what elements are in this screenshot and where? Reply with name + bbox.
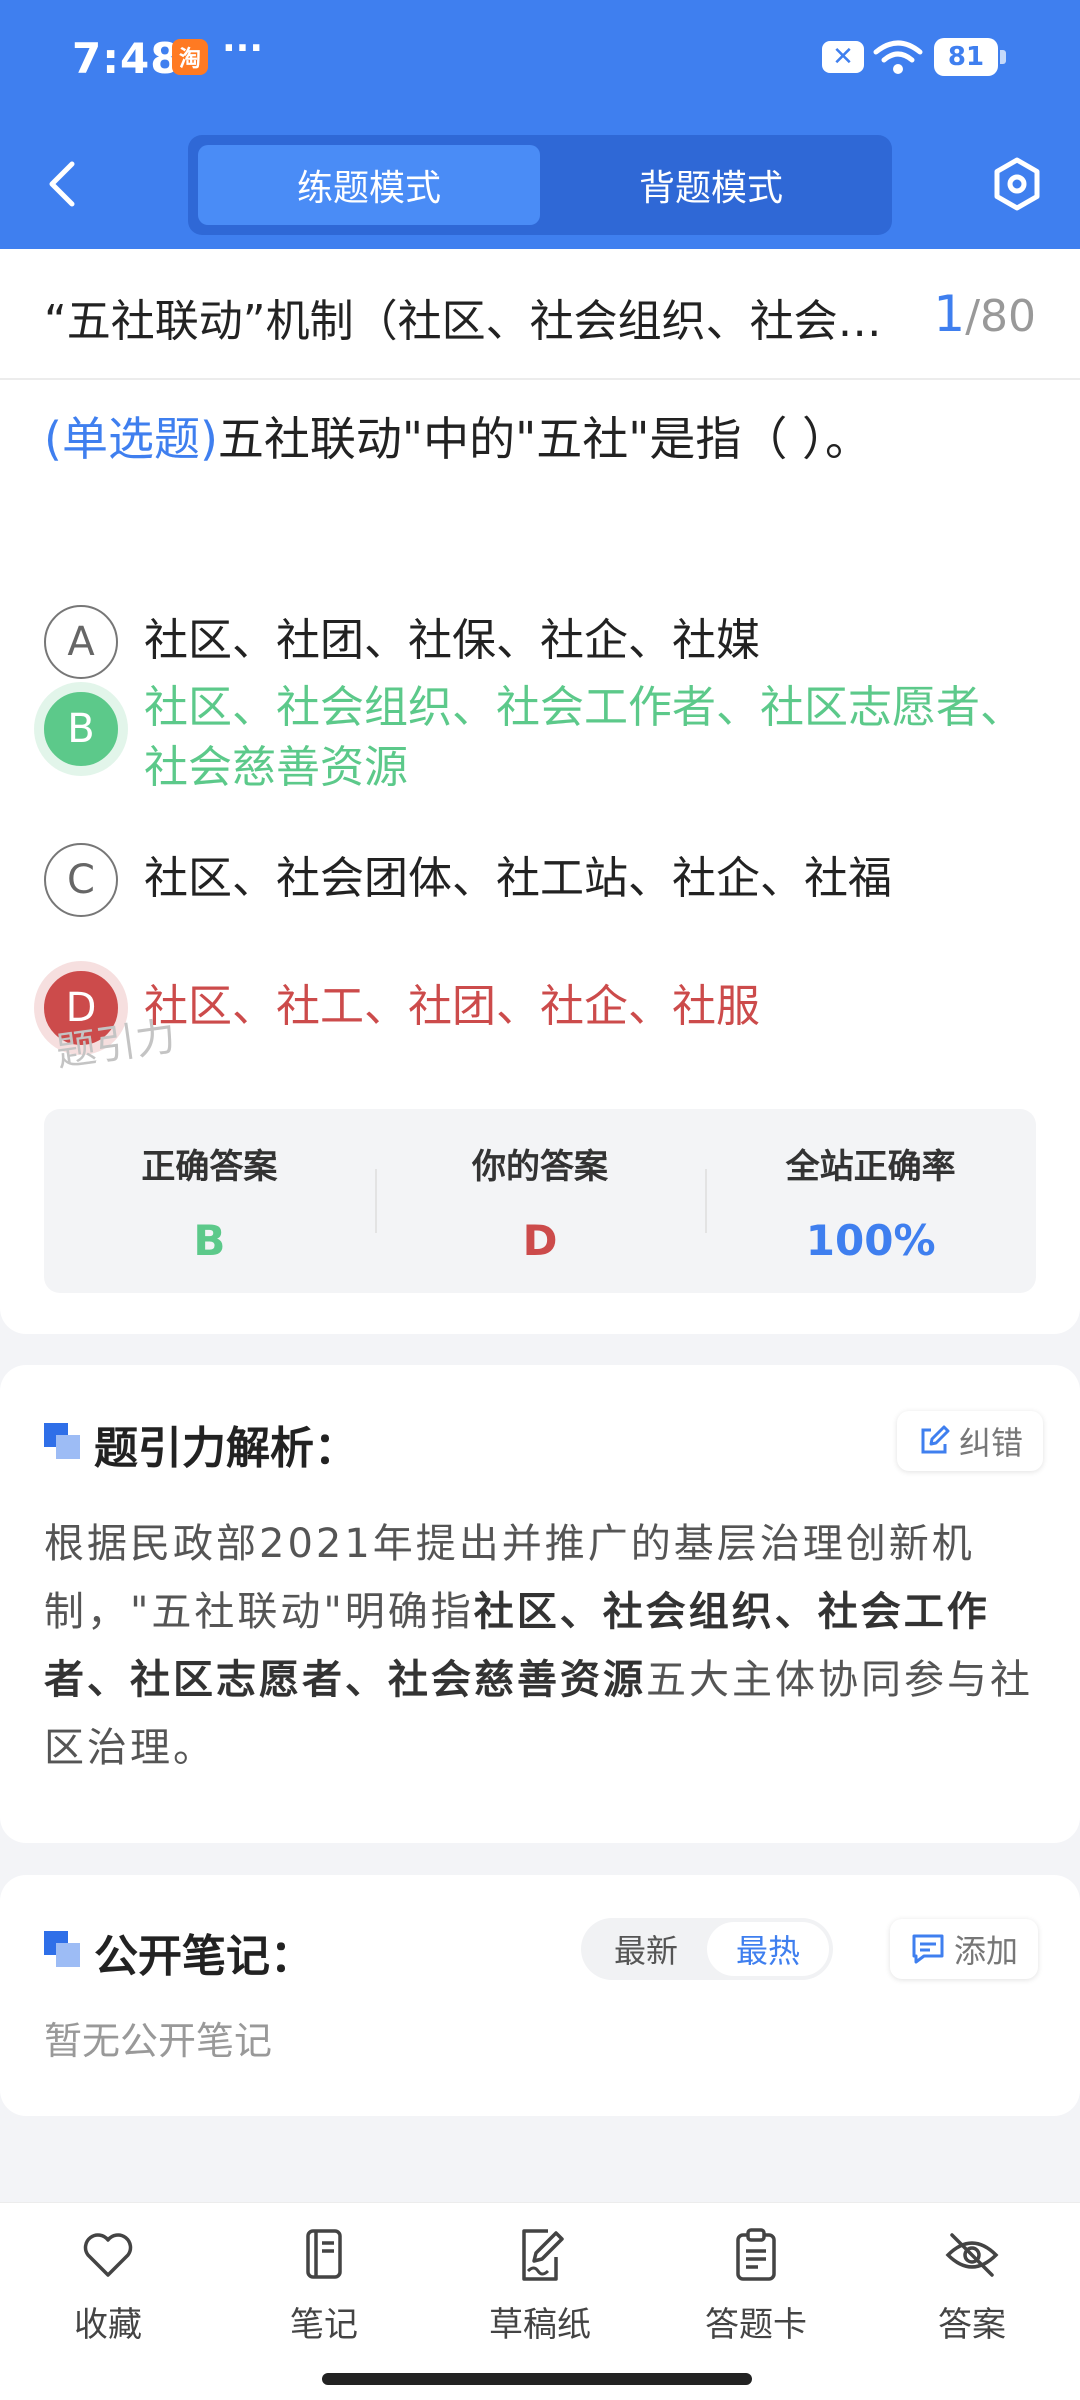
your-answer-stat: 你的答案 D xyxy=(374,1109,706,1293)
option-a[interactable]: A 社区、社团、社保、社企、社媒 xyxy=(44,605,1044,679)
tab-practice-mode[interactable]: 练题模式 xyxy=(198,145,540,225)
edit-icon xyxy=(921,1425,950,1454)
tab-label: 答题卡 xyxy=(705,2305,807,2345)
battery-icon: 81 xyxy=(934,38,1006,76)
option-d[interactable]: D 社区、社工、社团、社企、社服 xyxy=(44,971,1044,1045)
question-body: 五社联动"中的"五社"是指（ ）。 xyxy=(217,412,872,466)
eye-off-icon xyxy=(945,2233,999,2277)
status-bar: 7:48 淘 ··· ✕ 81 xyxy=(0,0,1080,118)
accuracy-value: 100% xyxy=(805,1216,936,1265)
tab-label: 草稿纸 xyxy=(489,2305,591,2345)
wifi-icon xyxy=(873,40,923,74)
analysis-card: 题引力解析： 纠错 根据民政部2021年提出并推广的基层治理创新机制，"五社联动… xyxy=(0,1365,1080,1843)
heart-icon xyxy=(83,2233,133,2277)
draft-icon xyxy=(522,2229,564,2281)
notes-sort-toggle: 最新 最热 xyxy=(581,1918,833,1980)
status-time: 7:48 xyxy=(72,34,181,83)
notes-title: 公开笔记： xyxy=(94,1931,314,1982)
option-letter: B xyxy=(44,692,118,766)
tab-answer[interactable]: 答案 xyxy=(864,2203,1080,2353)
close-badge-icon: ✕ xyxy=(822,41,864,73)
your-answer-value: D xyxy=(522,1216,558,1265)
option-c[interactable]: C 社区、社会团体、社工站、社企、社福 xyxy=(44,843,1044,917)
stat-label: 全站正确率 xyxy=(785,1147,956,1187)
settings-icon[interactable] xyxy=(990,156,1044,212)
more-notifications-icon: ··· xyxy=(222,28,264,69)
question-header: “五社联动”机制（社区、社会组织、社会工作者、社区志愿者、社会慈善资源） 1/8… xyxy=(0,249,1080,380)
home-indicator[interactable] xyxy=(322,2373,752,2385)
question-set-title[interactable]: “五社联动”机制（社区、社会组织、社会工作者、社区志愿者、社会慈善资源） xyxy=(44,285,914,349)
correct-answer-value: B xyxy=(193,1216,226,1265)
tab-notes[interactable]: 笔记 xyxy=(216,2203,432,2353)
report-error-label: 纠错 xyxy=(959,1424,1024,1462)
tab-draft[interactable]: 草稿纸 xyxy=(432,2203,648,2353)
tab-label: 收藏 xyxy=(74,2305,142,2345)
tab-label: 答案 xyxy=(938,2305,1006,2345)
taobao-icon: 淘 xyxy=(172,39,208,75)
stat-label: 你的答案 xyxy=(472,1147,608,1187)
total-questions: /80 xyxy=(965,291,1036,342)
add-note-button[interactable]: 添加 xyxy=(890,1919,1039,1979)
tab-memorize-mode[interactable]: 背题模式 xyxy=(540,145,882,225)
option-b[interactable]: B 社区、社会组织、社会工作者、社区志愿者、社会慈善资源 xyxy=(44,672,1044,798)
current-question-number: 1 xyxy=(933,285,966,343)
option-text: 社区、社团、社保、社企、社媒 xyxy=(144,615,760,666)
option-text: 社区、社工、社团、社企、社服 xyxy=(144,981,760,1032)
public-notes-card: 公开笔记： 最新 最热 添加 暂无公开笔记 xyxy=(0,1875,1080,2116)
section-icon xyxy=(44,1423,82,1461)
tab-answer-card[interactable]: 答题卡 xyxy=(648,2203,864,2353)
option-letter: A xyxy=(44,605,118,679)
empty-notes-text: 暂无公开笔记 xyxy=(44,2019,273,2063)
sort-latest[interactable]: 最新 xyxy=(585,1922,707,1976)
question-counter: 1/80 xyxy=(933,285,1036,343)
stat-label: 正确答案 xyxy=(141,1147,278,1187)
option-text: 社区、社会团体、社工站、社企、社福 xyxy=(144,853,892,904)
header: 7:48 淘 ··· ✕ 81 练题模式 背题模式 xyxy=(0,0,1080,249)
analysis-title: 题引力解析： xyxy=(94,1423,358,1474)
answer-stats: 正确答案 B 你的答案 D 全站正确率 100% xyxy=(44,1109,1036,1293)
section-icon xyxy=(44,1931,82,1969)
accuracy-stat: 全站正确率 100% xyxy=(705,1109,1036,1293)
question-card: “五社联动”机制（社区、社会组织、社会工作者、社区志愿者、社会慈善资源） 1/8… xyxy=(0,249,1080,1334)
mode-toggle: 练题模式 背题模式 xyxy=(188,135,892,235)
tab-label: 笔记 xyxy=(290,2305,358,2345)
comment-icon xyxy=(912,1934,944,1964)
sort-hottest[interactable]: 最热 xyxy=(707,1922,829,1976)
bottom-bar: 收藏 笔记 草稿纸 答题卡 答案 xyxy=(0,2202,1080,2400)
report-error-button[interactable]: 纠错 xyxy=(897,1411,1044,1471)
notebook-icon xyxy=(306,2229,342,2279)
tab-favorite[interactable]: 收藏 xyxy=(0,2203,216,2353)
correct-answer-stat: 正确答案 B xyxy=(44,1109,375,1293)
analysis-text: 根据民政部2021年提出并推广的基层治理创新机制，"五社联动"明确指社区、社会组… xyxy=(44,1510,1039,1782)
question-type: (单选题) xyxy=(44,412,218,466)
answer-card-icon xyxy=(736,2228,776,2281)
option-letter: C xyxy=(44,843,118,917)
option-text: 社区、社会组织、社会工作者、社区志愿者、社会慈善资源 xyxy=(144,682,1024,793)
add-note-label: 添加 xyxy=(954,1932,1019,1970)
back-icon[interactable] xyxy=(42,158,82,210)
question-text: (单选题)五社联动"中的"五社"是指（ ）。 xyxy=(44,407,1044,471)
